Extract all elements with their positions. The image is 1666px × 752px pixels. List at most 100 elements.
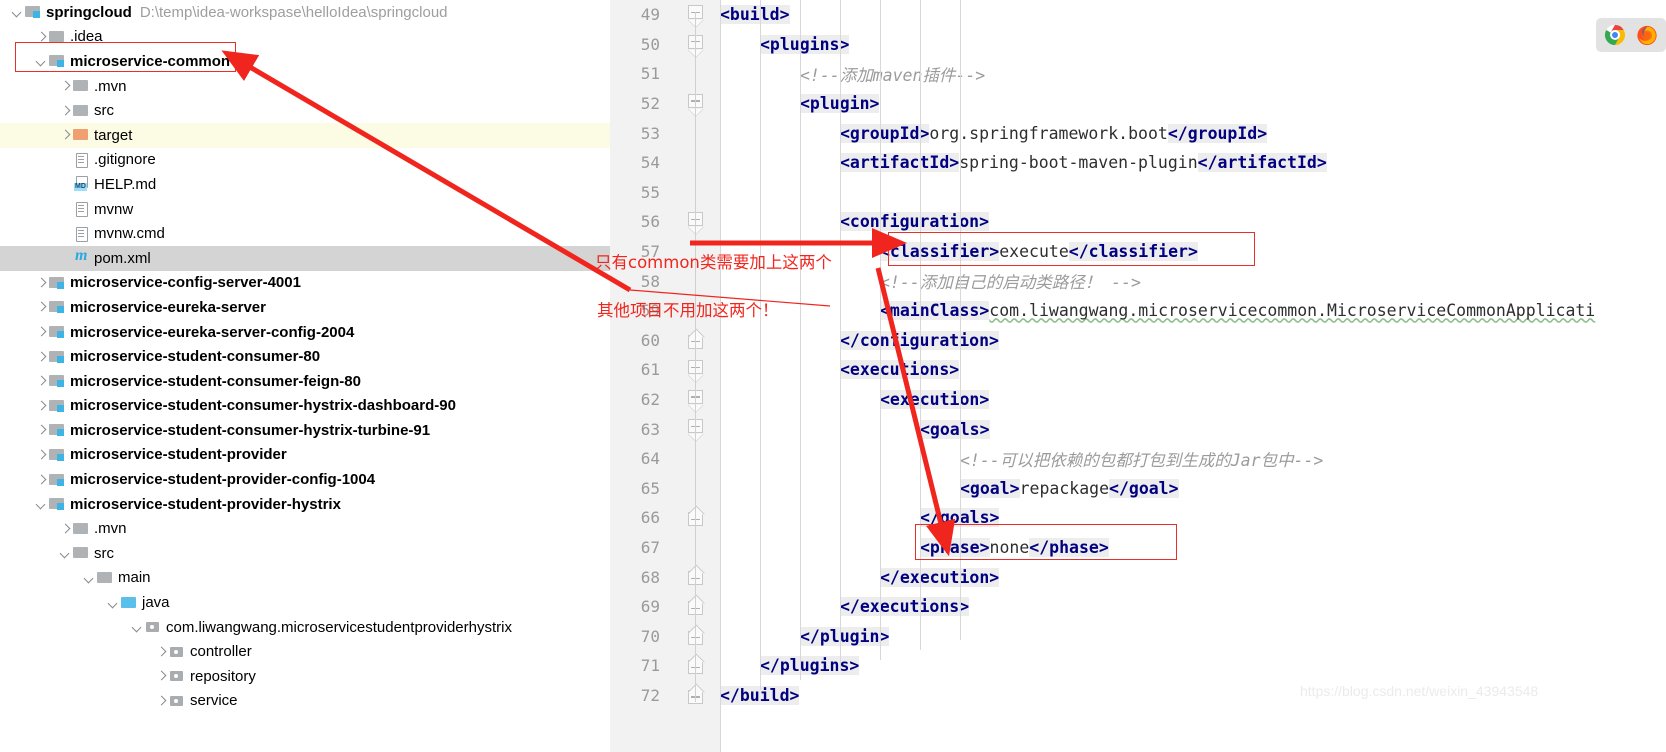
tree-row-microservice-eureka-server-config-2004[interactable]: microservice-eureka-server-config-2004	[0, 320, 610, 345]
code-line[interactable]: 63 <goals>	[610, 414, 1666, 444]
chevron-right-icon[interactable]	[154, 694, 168, 708]
code-line[interactable]: 66</goals>	[610, 503, 1666, 533]
tree-row-microservice-student-consumer-hystrix-dashboard-90[interactable]: microservice-student-consumer-hystrix-da…	[0, 394, 610, 419]
code-line[interactable]: 67 <phase> none </phase>	[610, 532, 1666, 563]
browser-icon-tray[interactable]	[1596, 18, 1666, 52]
tree-row-microservice-student-provider[interactable]: microservice-student-provider	[0, 443, 610, 468]
code-token: </phase>	[1029, 538, 1109, 558]
tree-row-root[interactable]: springcloud D:\temp\idea-workspase\hello…	[0, 0, 610, 25]
tree-item-label: com.liwangwang.microservicestudentprovid…	[166, 618, 512, 636]
code-line[interactable]: 61 <executions>	[610, 355, 1666, 385]
chevron-right-icon[interactable]	[58, 128, 72, 142]
chevron-right-icon[interactable]	[34, 399, 48, 413]
code-line[interactable]: 71 </plugins>	[610, 651, 1666, 681]
tree-row-microservice-common[interactable]: microservice-common	[0, 49, 610, 74]
tree-row-service[interactable]: service	[0, 689, 610, 714]
line-number: 50	[610, 29, 668, 60]
tree-row-mvn[interactable]: .mvn	[0, 516, 610, 541]
tree-row-src[interactable]: src	[0, 98, 610, 123]
tree-row-com-liwangwang-microservicestudentproviderhystrix[interactable]: com.liwangwang.microservicestudentprovid…	[0, 615, 610, 640]
project-tree-panel[interactable]: springcloud D:\temp\idea-workspase\hello…	[0, 0, 610, 752]
tree-item-label: mvnw.cmd	[94, 225, 165, 243]
tree-row-microservice-eureka-server[interactable]: microservice-eureka-server	[0, 295, 610, 320]
code-line[interactable]: 68 </execution>	[610, 562, 1666, 592]
chevron-right-icon[interactable]	[58, 522, 72, 536]
chevron-down-icon[interactable]	[130, 620, 144, 634]
tree-row-src[interactable]: src	[0, 541, 610, 566]
chevron-down-icon[interactable]	[34, 54, 48, 68]
code-line[interactable]: 50 <plugins>	[610, 29, 1666, 60]
tree-row-controller[interactable]: controller	[0, 639, 610, 664]
chevron-right-icon[interactable]	[34, 300, 48, 314]
file-icon	[72, 201, 90, 218]
tree-row-help-md[interactable]: HELP.md	[0, 172, 610, 197]
tree-item-label: .gitignore	[94, 151, 156, 169]
tree-row-microservice-student-consumer-hystrix-turbine-91[interactable]: microservice-student-consumer-hystrix-tu…	[0, 418, 610, 443]
tree-item-list[interactable]: .idea microservice-common .mvn src target .gi…	[0, 25, 610, 714]
chevron-right-icon[interactable]	[34, 325, 48, 339]
code-token: </artifactId>	[1197, 153, 1327, 173]
code-line[interactable]: 52<plugin>	[610, 88, 1666, 119]
tree-row-main[interactable]: main	[0, 566, 610, 591]
chevron-right-icon[interactable]	[58, 79, 72, 93]
chrome-icon[interactable]	[1604, 24, 1626, 46]
line-number: 54	[610, 148, 668, 178]
chevron-right-icon[interactable]	[34, 350, 48, 364]
code-line[interactable]: 51 <!--添加maven插件-->	[610, 59, 1666, 89]
code-line[interactable]: 54 <artifactId> spring-boot-maven-plugin </…	[610, 148, 1666, 178]
chevron-down-icon[interactable]	[106, 596, 120, 610]
tree-row-microservice-student-consumer-80[interactable]: microservice-student-consumer-80	[0, 344, 610, 369]
chevron-right-icon[interactable]	[34, 30, 48, 44]
code-line[interactable]: 64 <!--可以把依赖的包都打包到生成的Jar包中-->	[610, 444, 1666, 474]
tree-row-microservice-config-server-4001[interactable]: microservice-config-server-4001	[0, 271, 610, 296]
code-line[interactable]: 69 </executions>	[610, 592, 1666, 622]
tree-row-mvn[interactable]: .mvn	[0, 74, 610, 99]
tree-row-mvnw[interactable]: mvnw	[0, 197, 610, 222]
chevron-right-icon[interactable]	[34, 473, 48, 487]
chevron-right-icon[interactable]	[154, 645, 168, 659]
code-line[interactable]: 55	[610, 177, 1666, 208]
chevron-right-icon[interactable]	[154, 669, 168, 683]
tree-row-microservice-student-provider-config-1004[interactable]: microservice-student-provider-config-100…	[0, 467, 610, 492]
code-line-text: <!--添加maven插件-->	[800, 59, 985, 89]
chevron-down-icon[interactable]	[82, 571, 96, 585]
chevron-down-icon[interactable]	[10, 5, 24, 19]
tree-row-idea[interactable]: .idea	[0, 25, 610, 50]
code-line[interactable]: 60</configuration>	[610, 325, 1666, 356]
code-token: <!--添加maven插件-->	[800, 65, 986, 85]
line-number: 72	[610, 680, 668, 711]
line-number: 52	[610, 88, 668, 119]
code-line[interactable]: 65 <goal> repackage </goal>	[610, 473, 1666, 504]
module-folder-icon	[48, 496, 66, 512]
folder-icon	[96, 570, 114, 586]
tree-row-microservice-student-consumer-feign-80[interactable]: microservice-student-consumer-feign-80	[0, 369, 610, 394]
chevron-right-icon[interactable]	[34, 448, 48, 462]
code-editor-panel[interactable]: 49 <build> 50 <plugins> 51 <!--添加maven插件--> 52…	[610, 0, 1666, 752]
tree-row-pom-xml[interactable]: pom.xml	[0, 245, 610, 271]
tree-row-repository[interactable]: repository	[0, 664, 610, 689]
firefox-icon[interactable]	[1636, 24, 1658, 46]
tree-row-mvnw-cmd[interactable]: mvnw.cmd	[0, 221, 610, 246]
chevron-right-icon[interactable]	[34, 276, 48, 290]
tree-item-label: microservice-student-consumer-80	[70, 348, 321, 366]
code-line[interactable]: 49 <build>	[610, 0, 1666, 30]
chevron-right-icon[interactable]	[34, 423, 48, 437]
code-line[interactable]: 56 <configuration>	[610, 207, 1666, 237]
chevron-right-icon[interactable]	[34, 374, 48, 388]
code-line[interactable]: 70 </plugin>	[610, 621, 1666, 652]
tree-item-label: microservice-common	[70, 52, 231, 70]
tree-row-target[interactable]: target	[0, 122, 610, 148]
tree-row-microservice-student-provider-hystrix[interactable]: microservice-student-provider-hystrix	[0, 492, 610, 517]
code-line[interactable]: 62 <execution>	[610, 384, 1666, 415]
chevron-down-icon[interactable]	[58, 546, 72, 560]
tree-item-label: pom.xml	[94, 249, 151, 267]
tree-row-java[interactable]: java	[0, 590, 610, 615]
code-line-text: <phase> none </phase>	[920, 533, 1109, 563]
code-line[interactable]: 53 <groupId> org.springframework.boot </gro…	[610, 118, 1666, 148]
line-number: 66	[610, 503, 668, 533]
indent-guide	[760, 0, 761, 690]
tree-row-gitignore[interactable]: .gitignore	[0, 148, 610, 173]
chevron-right-icon[interactable]	[58, 104, 72, 118]
chevron-down-icon[interactable]	[34, 497, 48, 511]
